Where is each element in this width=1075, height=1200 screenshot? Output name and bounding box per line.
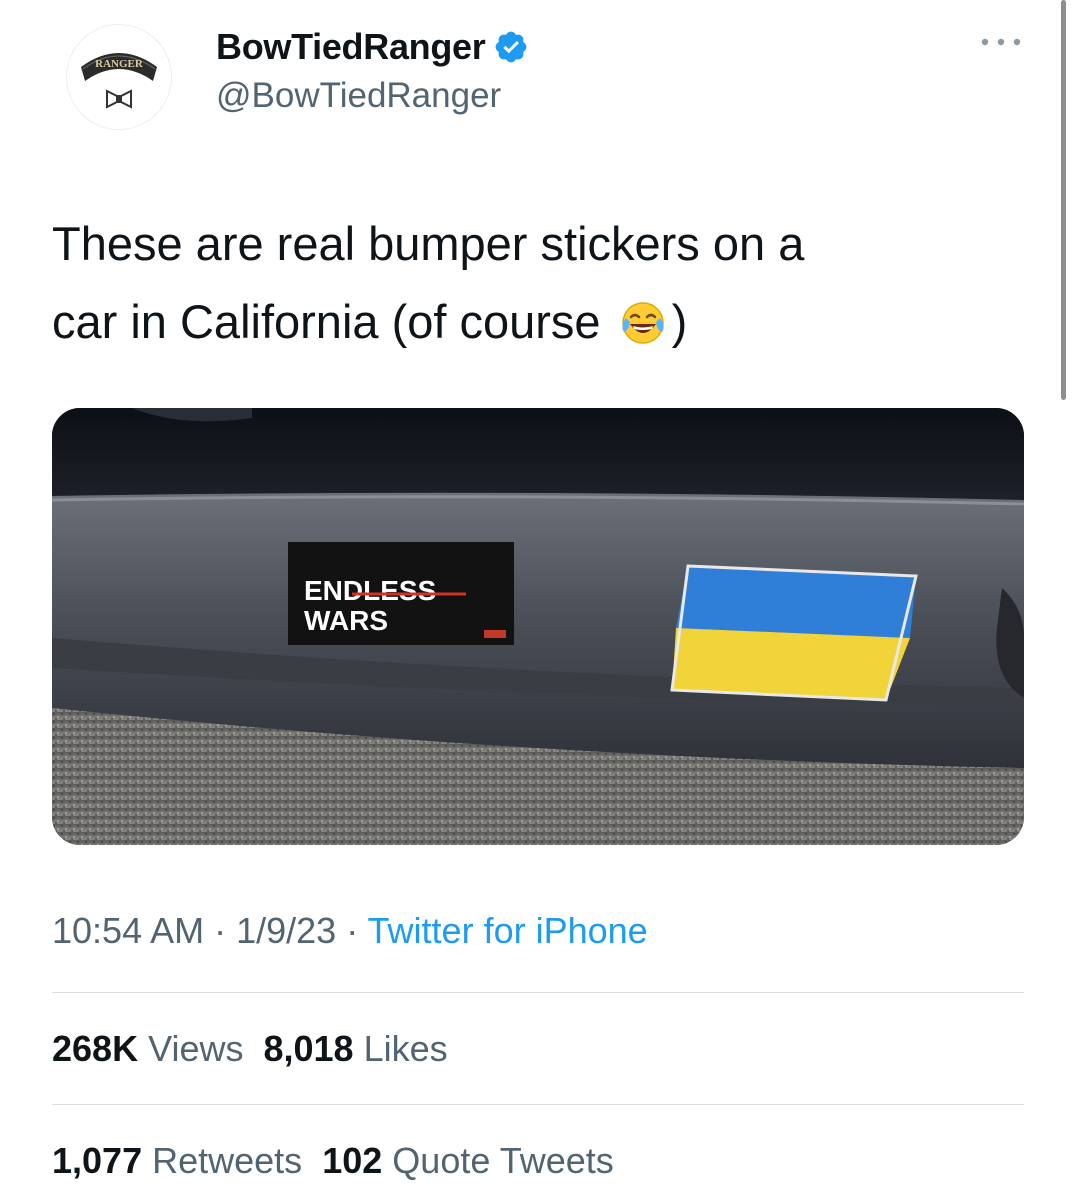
meta-separator-1: · (204, 910, 237, 951)
tweet-text-line-2-start: car in California (of course (52, 295, 601, 348)
divider (52, 992, 1024, 993)
quote-tweets-stat[interactable]: 102 Quote Tweets (322, 1140, 614, 1181)
tweet-date[interactable]: 1/9/23 (236, 910, 336, 951)
verified-badge-icon (496, 31, 527, 63)
endless-wars-sticker: ENDLESS WARS (288, 542, 514, 645)
views-likes-row: 268K Views 8,018 Likes (52, 1028, 448, 1070)
views-label: Views (148, 1028, 244, 1069)
views-count: 268K (52, 1028, 139, 1069)
retweets-quotes-row: 1,077 Retweets 102 Quote Tweets (52, 1140, 614, 1182)
svg-text:WARS: WARS (304, 605, 388, 636)
avatar[interactable]: RANGER (66, 24, 172, 130)
ranger-tab-logo-icon: RANGER (81, 53, 157, 109)
tweet-text-line-1: These are real bumper stickers on a (52, 217, 805, 270)
retweets-count: 1,077 (52, 1140, 143, 1181)
meta-separator-2: · (336, 910, 368, 951)
more-options-icon[interactable] (978, 30, 1024, 54)
quotes-count: 102 (322, 1140, 383, 1181)
face-with-tears-of-joy-icon (621, 302, 664, 344)
svg-text:RANGER: RANGER (95, 58, 144, 70)
user-handle[interactable]: @BowTiedRanger (216, 76, 501, 116)
likes-count: 8,018 (263, 1028, 354, 1069)
tweet-source-link[interactable]: Twitter for iPhone (368, 910, 648, 951)
bumper-photo-illustration: ENDLESS WARS (52, 408, 1024, 845)
svg-text:ENDLESS: ENDLESS (304, 575, 436, 606)
likes-label: Likes (363, 1028, 448, 1069)
tweet-text-line-2-end: ) (671, 295, 688, 348)
scrollbar[interactable] (1061, 0, 1066, 400)
retweets-stat[interactable]: 1,077 Retweets (52, 1140, 302, 1181)
views-stat[interactable]: 268K Views (52, 1028, 243, 1069)
tweet-time[interactable]: 10:54 AM (52, 910, 204, 951)
display-name[interactable]: BowTiedRanger (216, 26, 486, 68)
quotes-label: Quote Tweets (392, 1140, 614, 1181)
divider (52, 1104, 1024, 1105)
tweet-text: These are real bumper stickers on a car … (52, 205, 1012, 361)
author-name-row[interactable]: BowTiedRanger (216, 24, 529, 70)
tweet-photo[interactable]: ENDLESS WARS (52, 408, 1024, 845)
tweet-meta: 10:54 AM · 1/9/23 · Twitter for iPhone (52, 910, 648, 952)
ukraine-flag-sticker (670, 564, 918, 702)
retweets-label: Retweets (152, 1140, 303, 1181)
tweet-text-line-2: car in California (of course ) (52, 283, 1012, 361)
likes-stat[interactable]: 8,018 Likes (263, 1028, 447, 1069)
